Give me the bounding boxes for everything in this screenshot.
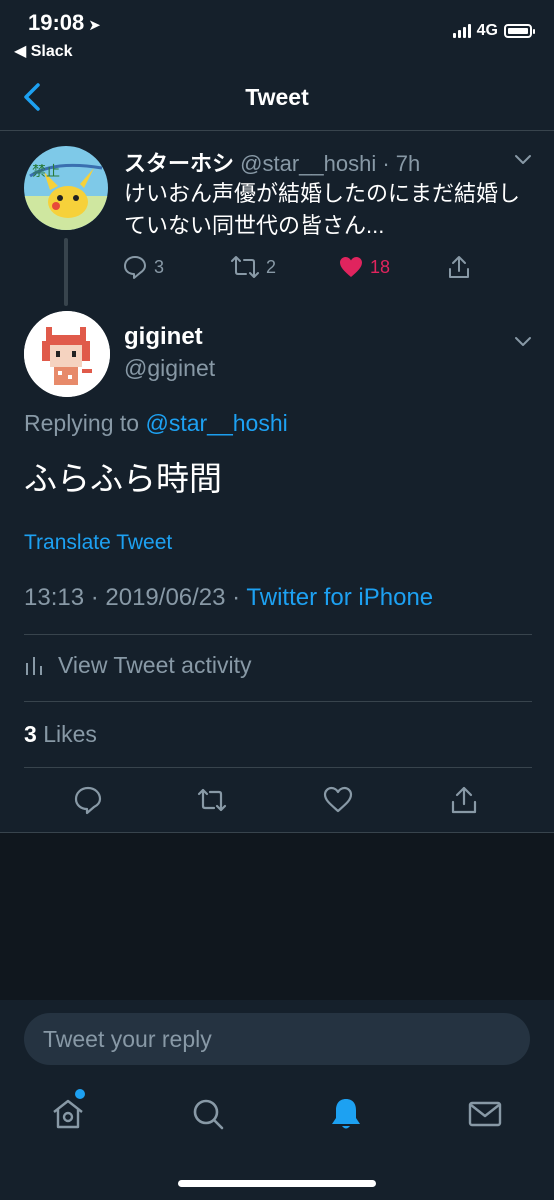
home-indicator[interactable] [178, 1180, 376, 1187]
activity-label: View Tweet activity [58, 652, 252, 678]
parent-tweet-menu-chevron-icon[interactable] [514, 154, 532, 166]
reply-icon[interactable] [72, 784, 104, 816]
battery-icon [504, 24, 535, 38]
back-app-label: Slack [30, 43, 73, 60]
reply-icon [124, 256, 146, 279]
parent-tweet-header: スターホシ @star__hoshi · 7h [124, 146, 420, 178]
translate-tweet-link[interactable]: Translate Tweet [24, 531, 172, 555]
author-handle[interactable]: @giginet [124, 355, 215, 382]
heart-filled-icon [340, 257, 362, 277]
tweet-datetime: 13:13 · 2019/06/23 · [24, 584, 241, 611]
parent-retweet-button[interactable]: 2 [230, 253, 276, 281]
likes-count: 3 [24, 721, 37, 747]
home-icon[interactable] [48, 1094, 88, 1134]
parent-tweet-text[interactable]: けいおん声優が結婚したのにまだ結婚していない同世代の皆さん... [124, 178, 524, 242]
status-indicators: 4G [452, 22, 535, 40]
empty-replies-area [0, 833, 554, 1000]
parent-avatar[interactable]: 禁止 [24, 146, 108, 230]
search-icon[interactable] [188, 1094, 228, 1134]
back-to-app-link[interactable]: ◀ Slack [14, 41, 73, 61]
replying-to: Replying to @star__hoshi [24, 410, 288, 437]
notifications-icon[interactable] [326, 1094, 366, 1134]
view-tweet-activity-button[interactable]: View Tweet activity [24, 652, 251, 679]
retweet-icon [231, 256, 259, 278]
reply-input[interactable]: Tweet your reply [24, 1013, 530, 1065]
tweet-text: ふらふら時間 [24, 460, 222, 497]
parent-author-handle[interactable]: @star__hoshi [240, 151, 376, 176]
parent-author-name[interactable]: スターホシ [124, 151, 234, 176]
likes-divider [24, 767, 532, 768]
activity-divider [24, 701, 532, 702]
likes-label: Likes [43, 721, 97, 747]
parent-retweet-count: 2 [266, 256, 277, 277]
likes-count-link[interactable]: 3 Likes [24, 721, 97, 748]
header-divider [0, 130, 554, 131]
tweet-meta: 13:13 · 2019/06/23 · Twitter for iPhone [24, 584, 433, 612]
network-type: 4G [476, 22, 498, 39]
tweet-source-link[interactable]: Twitter for iPhone [246, 584, 433, 611]
tweet-menu-chevron-icon[interactable] [514, 336, 532, 348]
parent-reply-count: 3 [154, 256, 165, 277]
parent-like-count: 18 [370, 256, 391, 277]
parent-like-button[interactable]: 18 [338, 253, 390, 281]
meta-divider [24, 634, 532, 635]
messages-icon[interactable] [465, 1094, 505, 1134]
home-notification-dot [75, 1089, 85, 1099]
signal-icon [452, 24, 471, 38]
share-icon [449, 256, 469, 278]
thread-line [64, 238, 68, 306]
svg-text:禁止: 禁止 [32, 164, 60, 180]
author-avatar[interactable] [24, 311, 110, 397]
status-time: 19:08 ➤ [28, 10, 101, 35]
replying-mention-link[interactable]: @star__hoshi [145, 410, 287, 436]
retweet-icon[interactable] [196, 784, 228, 816]
like-icon[interactable] [322, 784, 354, 816]
replying-prefix: Replying to [24, 410, 140, 436]
location-arrow-icon: ➤ [88, 17, 101, 34]
parent-reply-button[interactable]: 3 [122, 253, 164, 281]
author-name[interactable]: giginet [124, 323, 203, 351]
page-title: Tweet [245, 84, 309, 110]
parent-share-button[interactable] [446, 253, 472, 281]
parent-tweet-time: · 7h [382, 151, 421, 176]
activity-chart-icon [26, 656, 42, 675]
share-icon[interactable] [448, 784, 480, 816]
